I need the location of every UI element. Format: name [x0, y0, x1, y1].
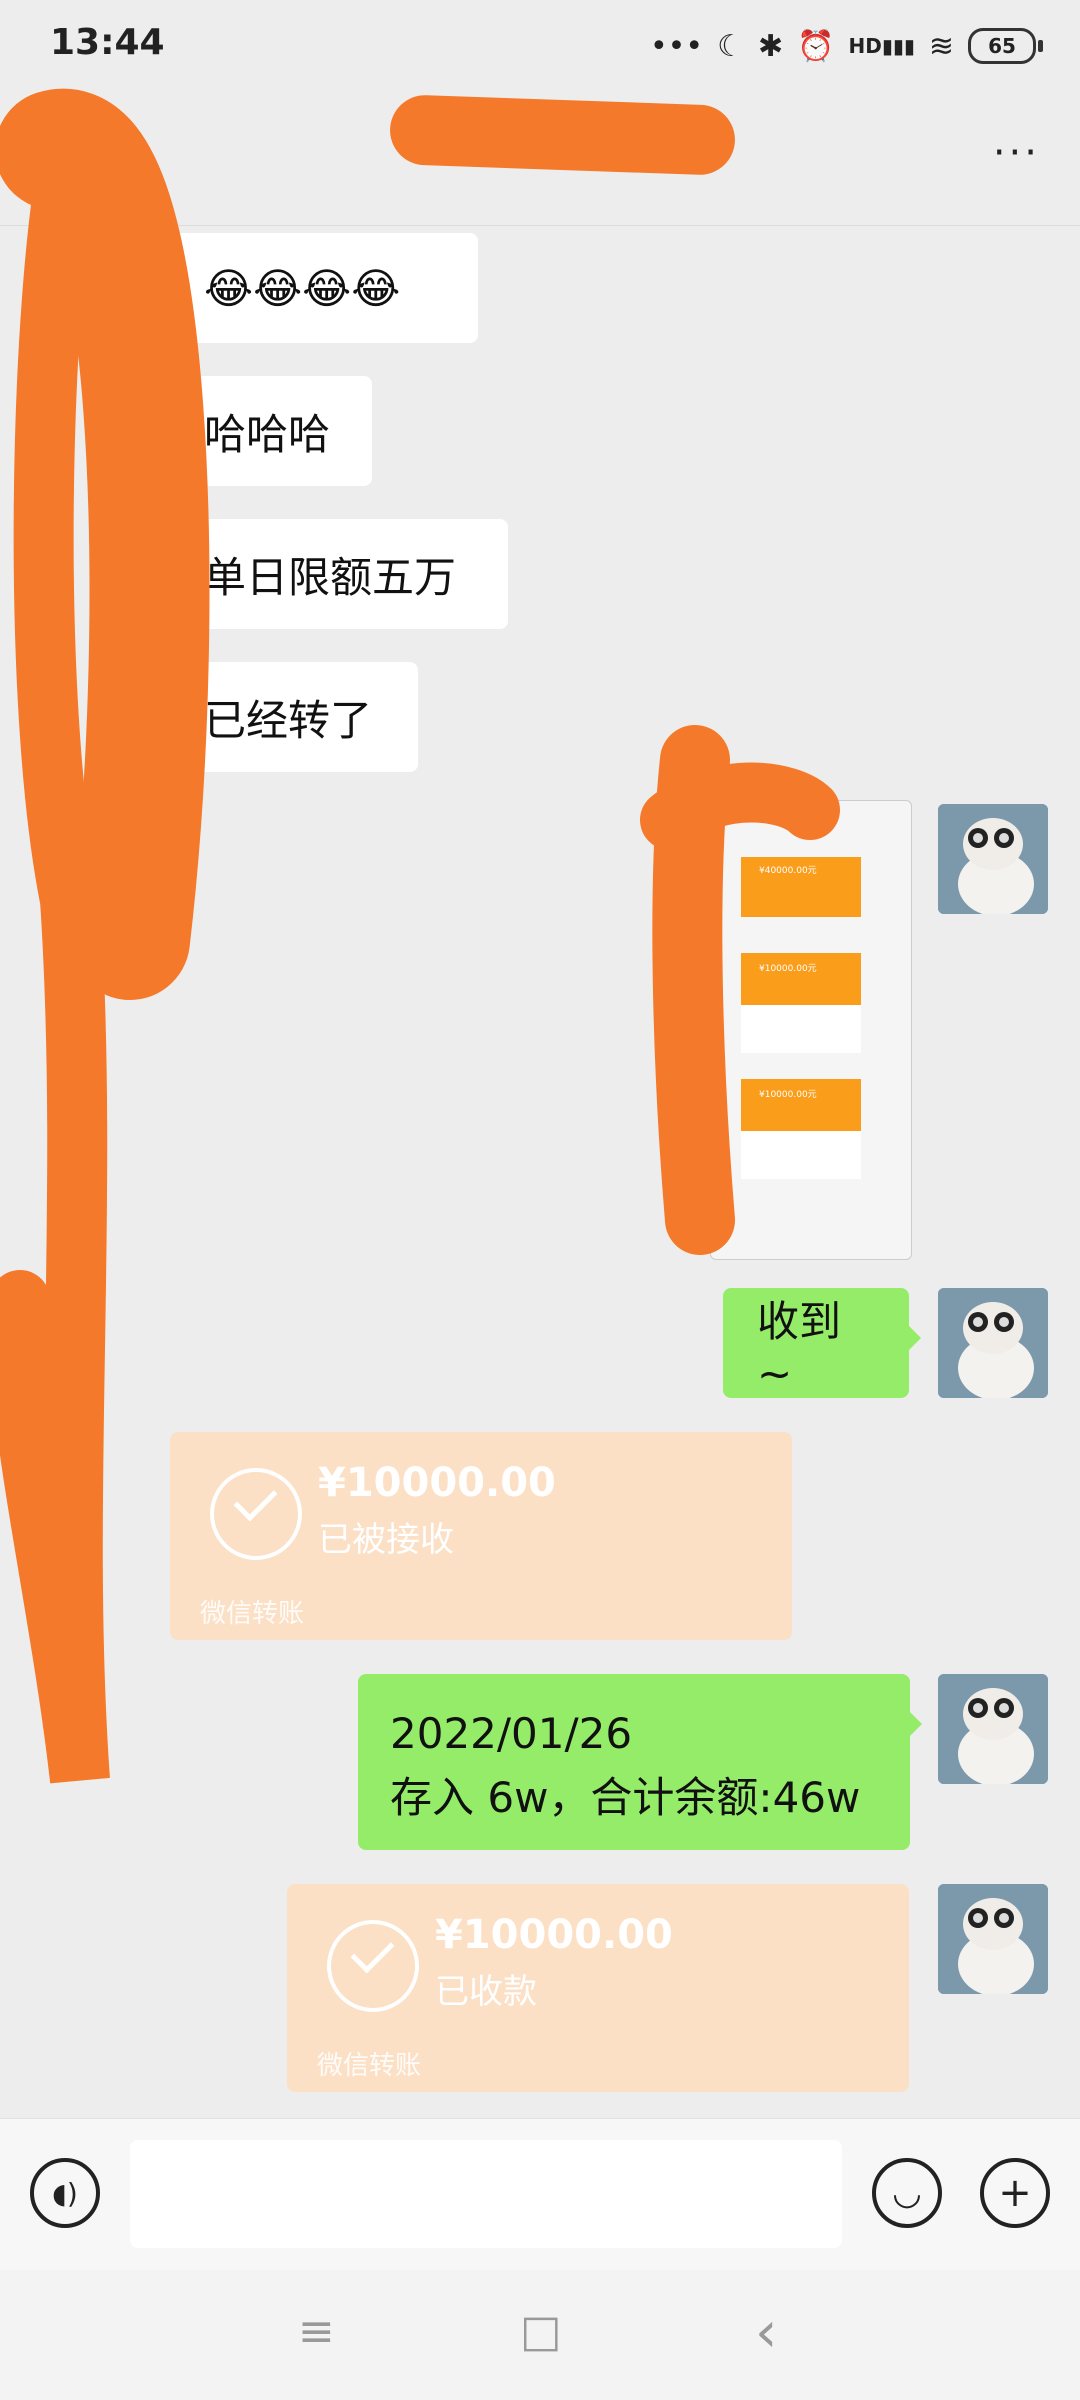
voice-icon: ◖): [52, 2176, 78, 2210]
emoji-icon: ◡: [892, 2173, 922, 2213]
system-nav-bar: ≡ □ ‹: [0, 2270, 1080, 2400]
voice-button[interactable]: ◖): [30, 2158, 100, 2228]
redaction-scribbles: [0, 89, 840, 1784]
back-icon[interactable]: ‹: [755, 2300, 777, 2365]
menu-icon[interactable]: ≡: [298, 2306, 335, 2357]
message-input[interactable]: [130, 2140, 842, 2248]
emoji-button[interactable]: ◡: [872, 2158, 942, 2228]
home-icon[interactable]: □: [520, 2306, 562, 2357]
plus-button[interactable]: +: [980, 2158, 1050, 2228]
plus-icon: +: [998, 2170, 1032, 2216]
